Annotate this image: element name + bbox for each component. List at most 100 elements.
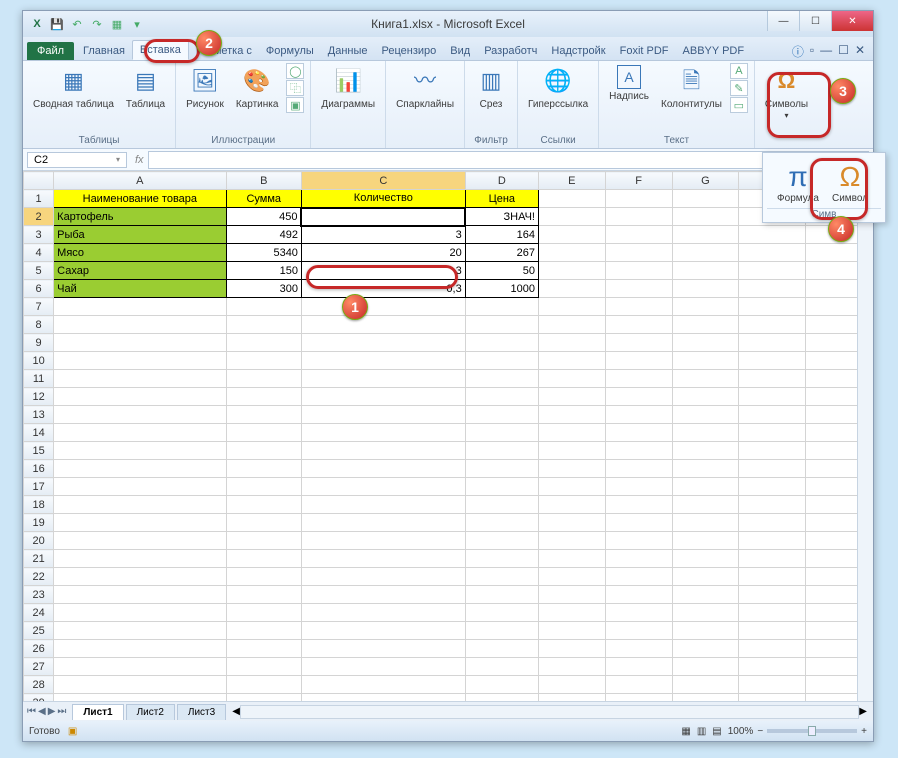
cell-B2[interactable]: 450	[226, 208, 301, 226]
smartart-icon[interactable]: ⿻	[286, 80, 304, 96]
tab-formulas[interactable]: Формулы	[259, 42, 321, 60]
sigline-icon[interactable]: ✎	[730, 80, 748, 96]
row-4[interactable]: 4	[24, 244, 54, 262]
cell-D5[interactable]: 50	[465, 262, 538, 280]
object-icon[interactable]: ▭	[730, 97, 748, 113]
slicer-button[interactable]: ▥Срез	[471, 63, 511, 113]
sheet-nav-last[interactable]: ⏭	[57, 706, 66, 717]
hdr-qty[interactable]: Количество	[301, 190, 465, 208]
minimize-button[interactable]: —	[767, 11, 799, 31]
cell-D6[interactable]: 1000	[465, 280, 538, 298]
row-5[interactable]: 5	[24, 262, 54, 280]
minimize-ribbon-icon[interactable]: ▫	[810, 43, 814, 60]
sheet-tab-2[interactable]: Лист2	[126, 704, 175, 720]
sparklines-button[interactable]: 〰Спарклайны	[392, 63, 458, 113]
horizontal-scrollbar[interactable]: ◀▶	[232, 705, 867, 719]
cell-D2[interactable]: ЗНАЧ!	[465, 208, 538, 226]
row-1[interactable]: 1	[24, 190, 54, 208]
cell-C5[interactable]: 3	[301, 262, 465, 280]
tab-insert[interactable]: Вставка	[132, 40, 189, 60]
zoom-in-icon[interactable]: +	[861, 726, 867, 737]
tab-data[interactable]: Данные	[321, 42, 375, 60]
tab-foxit[interactable]: Foxit PDF	[613, 42, 676, 60]
cell-A4[interactable]: Мясо	[54, 244, 226, 262]
picture-button[interactable]: 🖼Рисунок	[182, 63, 228, 113]
doc-max-icon[interactable]: ☐	[838, 43, 849, 60]
sheet-tab-1[interactable]: Лист1	[72, 704, 123, 720]
tab-file[interactable]: Файл	[27, 42, 74, 60]
doc-min-icon[interactable]: —	[820, 43, 832, 60]
cell-B6[interactable]: 300	[226, 280, 301, 298]
fx-icon[interactable]: fx	[135, 154, 144, 166]
wordart-icon[interactable]: A	[730, 63, 748, 79]
vertical-scrollbar[interactable]	[857, 171, 873, 701]
cell-C6[interactable]: 0,3	[301, 280, 465, 298]
symbols-button[interactable]: ΩСимволы▾	[761, 63, 812, 123]
textbox-button[interactable]: AНадпись	[605, 63, 653, 105]
save-icon[interactable]: 💾	[49, 16, 65, 32]
sheet-nav-next[interactable]: ▶	[48, 706, 56, 717]
clipart-button[interactable]: 🎨Картинка	[232, 63, 283, 113]
cell-B3[interactable]: 492	[226, 226, 301, 244]
hyperlink-button[interactable]: 🌐Гиперссылка	[524, 63, 592, 113]
col-C[interactable]: C	[301, 172, 465, 190]
formula-input[interactable]	[148, 151, 869, 169]
symbol-button[interactable]: ΩСимвол	[824, 159, 876, 206]
cell-A3[interactable]: Рыба	[54, 226, 226, 244]
zoom-slider[interactable]	[767, 729, 857, 733]
doc-close-icon[interactable]: ✕	[855, 43, 865, 60]
cell-C3[interactable]: 3	[301, 226, 465, 244]
hdr-name[interactable]: Наименование товара	[54, 190, 226, 208]
cell-A6[interactable]: Чай	[54, 280, 226, 298]
hdr-price[interactable]: Цена	[465, 190, 538, 208]
col-B[interactable]: B	[226, 172, 301, 190]
name-box[interactable]: C2▾	[27, 152, 127, 168]
row-6[interactable]: 6	[24, 280, 54, 298]
col-F[interactable]: F	[605, 172, 672, 190]
table-button[interactable]: ▤Таблица	[122, 63, 169, 113]
hdr-sum[interactable]: Сумма	[226, 190, 301, 208]
cell-C2[interactable]	[301, 208, 465, 226]
headerfooter-button[interactable]: 🗎Колонтитулы	[657, 63, 726, 113]
worksheet[interactable]: A B C D E F G H I 1 Наименование товара …	[23, 171, 873, 701]
help-icon[interactable]: ⓘ	[792, 43, 804, 60]
col-D[interactable]: D	[465, 172, 538, 190]
col-E[interactable]: E	[538, 172, 605, 190]
zoom-level[interactable]: 100%	[728, 726, 754, 737]
view-layout-icon[interactable]: ▥	[697, 726, 706, 737]
col-G[interactable]: G	[672, 172, 739, 190]
view-break-icon[interactable]: ▤	[712, 726, 721, 737]
tab-abbyy[interactable]: ABBYY PDF	[676, 42, 752, 60]
row-3[interactable]: 3	[24, 226, 54, 244]
undo-icon[interactable]: ↶	[69, 16, 85, 32]
cell-D3[interactable]: 164	[465, 226, 538, 244]
cell-A2[interactable]: Картофель	[54, 208, 226, 226]
cell-B5[interactable]: 150	[226, 262, 301, 280]
charts-button[interactable]: 📊Диаграммы	[317, 63, 379, 113]
row-2[interactable]: 2	[24, 208, 54, 226]
pivot-table-button[interactable]: ▦Сводная таблица	[29, 63, 118, 113]
select-all[interactable]	[24, 172, 54, 190]
redo-icon[interactable]: ↷	[89, 16, 105, 32]
tab-addins[interactable]: Надстройк	[544, 42, 612, 60]
qat-extra-icon[interactable]: ▦	[109, 16, 125, 32]
col-A[interactable]: A	[54, 172, 226, 190]
view-normal-icon[interactable]: ▦	[681, 726, 690, 737]
close-button[interactable]: ✕	[831, 11, 873, 31]
zoom-out-icon[interactable]: −	[757, 726, 763, 737]
sheet-nav-first[interactable]: ⏮	[27, 706, 36, 717]
cell-D4[interactable]: 267	[465, 244, 538, 262]
cell-C4[interactable]: 20	[301, 244, 465, 262]
cell-A5[interactable]: Сахар	[54, 262, 226, 280]
equation-button[interactable]: πФормула	[772, 159, 824, 206]
tab-view[interactable]: Вид	[443, 42, 477, 60]
cell-B4[interactable]: 5340	[226, 244, 301, 262]
screenshot-icon[interactable]: ▣	[286, 97, 304, 113]
maximize-button[interactable]: ☐	[799, 11, 831, 31]
tab-review[interactable]: Рецензиро	[375, 42, 444, 60]
macro-icon[interactable]: ▣	[68, 726, 77, 737]
tab-home[interactable]: Главная	[76, 42, 132, 60]
sheet-nav-prev[interactable]: ◀	[38, 706, 46, 717]
tab-developer[interactable]: Разработч	[477, 42, 544, 60]
qat-dropdown-icon[interactable]: ▾	[129, 16, 145, 32]
